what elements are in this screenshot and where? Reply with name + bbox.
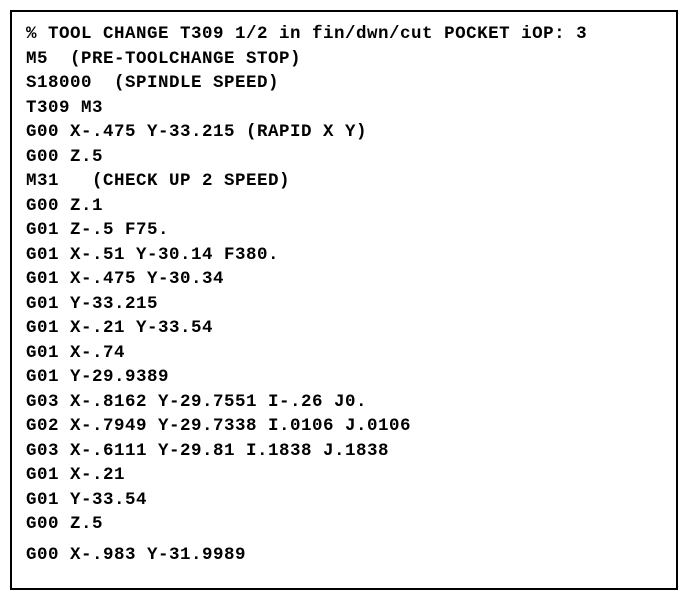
code-line: G01 Y-29.9389 [26,365,662,390]
code-line: G00 Z.5 [26,145,662,170]
code-line: G01 X-.21 [26,463,662,488]
code-line: M5 (PRE-TOOLCHANGE STOP) [26,47,662,72]
code-line: G01 X-.51 Y-30.14 F380. [26,243,662,268]
gcode-listing: % TOOL CHANGE T309 1/2 in fin/dwn/cut PO… [10,10,678,590]
code-line: % TOOL CHANGE T309 1/2 in fin/dwn/cut PO… [26,22,662,47]
code-line: G01 X-.21 Y-33.54 [26,316,662,341]
code-line: G03 X-.6111 Y-29.81 I.1838 J.1838 [26,439,662,464]
code-line: G00 Z.5 [26,512,662,537]
code-line: G01 X-.74 [26,341,662,366]
code-line: G02 X-.7949 Y-29.7338 I.0106 J.0106 [26,414,662,439]
code-line: G00 X-.475 Y-33.215 (RAPID X Y) [26,120,662,145]
code-line: G03 X-.8162 Y-29.7551 I-.26 J0. [26,390,662,415]
code-line: G01 Y-33.54 [26,488,662,513]
code-line: G01 Z-.5 F75. [26,218,662,243]
code-line: G01 X-.475 Y-30.34 [26,267,662,292]
code-line: T309 M3 [26,96,662,121]
code-line: G00 X-.983 Y-31.9989 [26,543,662,568]
code-line: S18000 (SPINDLE SPEED) [26,71,662,96]
code-line: G00 Z.1 [26,194,662,219]
code-line: M31 (CHECK UP 2 SPEED) [26,169,662,194]
code-line: G01 Y-33.215 [26,292,662,317]
